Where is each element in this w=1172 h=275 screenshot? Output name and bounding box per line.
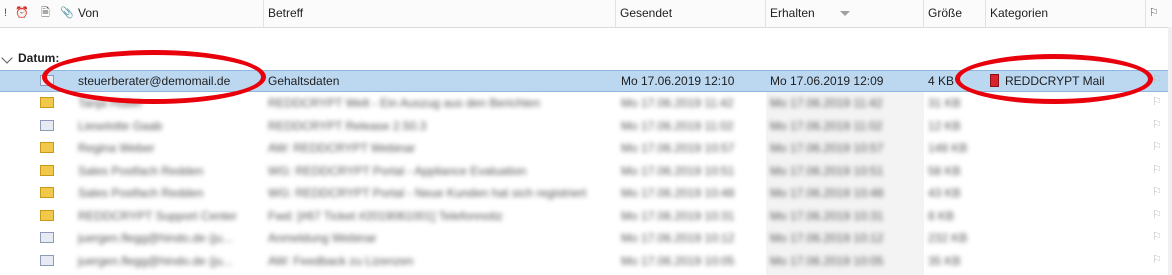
- message-sent: Mo 17.06.2019 10:05: [621, 253, 735, 268]
- envelope-open-icon: [40, 254, 54, 266]
- envelope-icon: [40, 142, 54, 153]
- flag-icon[interactable]: ⚐: [1152, 209, 1163, 221]
- envelope-icon: [40, 187, 54, 198]
- envelope-icon: [40, 209, 54, 221]
- message-from: Regina Weber: [78, 141, 155, 155]
- message-subject: WG: REDDCRYPT Portal - Appliance Evaluat…: [268, 163, 527, 178]
- document-icon[interactable]: 🗎: [41, 7, 50, 20]
- flag-icon[interactable]: ⚐: [1152, 97, 1163, 108]
- flag-icon[interactable]: ⚐: [1152, 142, 1163, 153]
- message-size: 58 KB: [928, 163, 961, 178]
- message-received: Mo 17.06.2019 11:42: [770, 96, 883, 110]
- message-row[interactable]: juergen.flegg@hindo.de (ju... AW: Feedbac…: [0, 250, 1172, 272]
- message-row[interactable]: juergen.flegg@hindo.de (ju... Anmeldung W…: [0, 227, 1172, 249]
- message-from: juergen.flegg@hindo.de (ju...: [78, 231, 233, 245]
- message-subject: AW: REDDCRYPT Webinar: [268, 141, 416, 155]
- message-sent: Mo 17.06.2019 11:02: [621, 118, 734, 133]
- message-size: 31 KB: [928, 96, 961, 110]
- message-received: Mo 17.06.2019 10:05: [770, 253, 884, 268]
- flag-icon[interactable]: ⚐: [1152, 187, 1163, 198]
- column-header-size[interactable]: Größe: [924, 0, 986, 27]
- message-row[interactable]: Regina Weber AW: REDDCRYPT Webinar Mo 17.0…: [0, 137, 1172, 159]
- flag-icon[interactable]: ⚐: [1152, 119, 1163, 131]
- message-subject: WG: REDDCRYPT Portal - Neue Kunden hat s…: [268, 186, 587, 200]
- message-size: 43 KB: [928, 186, 961, 200]
- column-label: Von: [78, 6, 99, 20]
- message-from: Sales Postfach Redden: [78, 186, 204, 200]
- message-size: 148 KB: [928, 141, 968, 155]
- message-from: REDDCRYPT Support Center: [78, 208, 237, 223]
- flag-icon[interactable]: ⚐: [1152, 75, 1163, 86]
- message-subject: Anmeldung Webinar: [268, 231, 377, 245]
- message-received: Mo 17.06.2019 10:48: [770, 186, 884, 200]
- message-row[interactable]: Sales Postfach Redden WG: REDDCRYPT Porta…: [0, 160, 1172, 182]
- message-from: Sales Postfach Redden: [78, 163, 204, 178]
- message-row[interactable]: Sales Postfach Redden WG: REDDCRYPT Porta…: [0, 182, 1172, 204]
- scrollbar[interactable]: [1168, 27, 1172, 275]
- column-header-categories[interactable]: Kategorien: [986, 0, 1146, 27]
- annotation-oval-sender: [42, 50, 266, 104]
- envelope-open-icon: [40, 119, 54, 131]
- message-received: Mo 17.06.2019 10:31: [770, 208, 884, 223]
- message-size: 8 KB: [928, 208, 955, 223]
- message-row[interactable]: Lieselotte Gaab REDDCRYPT Release 2.50.3 M…: [0, 115, 1172, 137]
- column-header-sent[interactable]: Gesendet: [616, 0, 766, 27]
- flag-icon[interactable]: ⚐: [1152, 164, 1163, 176]
- message-size: 12 KB: [928, 118, 961, 133]
- column-header-bar: ! ⏰ 🗎 📎 Von Betreff Gesendet Erhalten Gr…: [0, 0, 1172, 28]
- message-sent: Mo 17.06.2019 12:10: [621, 74, 735, 88]
- message-size: 35 KB: [928, 253, 961, 268]
- envelope-icon: [40, 97, 54, 108]
- message-subject: Gehaltsdaten: [268, 74, 340, 88]
- sort-descending-icon: [840, 11, 850, 16]
- message-received: Mo 17.06.2019 11:02: [770, 118, 883, 133]
- message-received: Mo 17.06.2019 10:12: [770, 231, 884, 245]
- annotation-oval-category: [955, 54, 1153, 104]
- message-row[interactable]: REDDCRYPT Support Center Fwd: [#67 Ticket…: [0, 205, 1172, 227]
- attachment-icon[interactable]: 📎: [60, 7, 74, 20]
- envelope-open-icon: [40, 232, 54, 243]
- message-sent: Mo 17.06.2019 10:57: [621, 141, 735, 155]
- column-header-from[interactable]: Von: [74, 0, 264, 27]
- column-label: Betreff: [268, 6, 304, 20]
- message-received: Mo 17.06.2019 10:57: [770, 141, 884, 155]
- message-subject: REDDCRYPT Release 2.50.3: [268, 118, 427, 133]
- envelope-icon: [40, 164, 54, 176]
- column-label: Größe: [928, 6, 963, 20]
- message-subject: Fwd: [#67 Ticket #2019061001] Telefonnot…: [268, 208, 503, 223]
- message-size: 232 KB: [928, 231, 968, 245]
- message-from: juergen.flegg@hindo.de (ju...: [78, 253, 233, 268]
- message-subject: AW: Feedback zu Lizenzen: [268, 253, 414, 268]
- importance-icon[interactable]: !: [4, 7, 7, 20]
- message-sent: Mo 17.06.2019 10:48: [621, 186, 735, 200]
- flag-status-icon[interactable]: ⚐: [1149, 7, 1159, 20]
- column-label: Erhalten: [770, 6, 815, 20]
- column-label: Gesendet: [620, 6, 673, 20]
- message-received: Mo 17.06.2019 10:51: [770, 163, 884, 178]
- reminder-icon[interactable]: ⏰: [15, 7, 29, 20]
- message-received: Mo 17.06.2019 12:09: [770, 74, 884, 88]
- column-label: Kategorien: [990, 6, 1049, 20]
- message-sent: Mo 17.06.2019 10:51: [621, 163, 735, 178]
- message-sent: Mo 17.06.2019 11:42: [621, 96, 734, 110]
- flag-icon[interactable]: ⚐: [1152, 232, 1163, 243]
- message-from: Lieselotte Gaab: [78, 118, 163, 133]
- message-sent: Mo 17.06.2019 10:31: [621, 208, 735, 223]
- chevron-down-icon[interactable]: [1, 52, 13, 64]
- flag-icon[interactable]: ⚐: [1152, 254, 1163, 266]
- column-header-subject[interactable]: Betreff: [264, 0, 616, 27]
- message-sent: Mo 17.06.2019 10:12: [621, 231, 735, 245]
- message-subject: REDDCRYPT Welt - Ein Auszug aus den Beri…: [268, 96, 541, 110]
